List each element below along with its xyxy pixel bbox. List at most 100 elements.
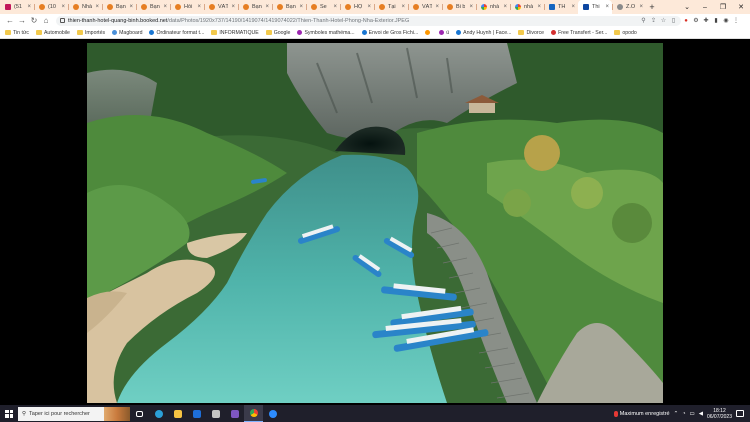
tab[interactable]: nhà × xyxy=(476,0,510,14)
close-tab-icon[interactable]: × xyxy=(27,4,31,10)
tab[interactable]: Hồi × xyxy=(170,0,204,14)
tab[interactable]: Tại × xyxy=(374,0,408,14)
close-tab-icon[interactable]: × xyxy=(571,4,575,10)
tab[interactable]: Bạn × xyxy=(238,0,272,14)
tab[interactable]: VĂT × xyxy=(408,0,442,14)
extension-red-icon[interactable]: ● xyxy=(681,16,691,26)
new-tab-button[interactable]: + xyxy=(646,0,658,14)
network-icon[interactable]: ◔ xyxy=(682,411,685,417)
close-tab-icon[interactable]: × xyxy=(503,4,507,10)
close-tab-icon[interactable]: × xyxy=(367,4,371,10)
tab[interactable]: Bạn × xyxy=(136,0,170,14)
volume-icon[interactable]: ◀ xyxy=(699,411,703,417)
close-tab-icon[interactable]: × xyxy=(231,4,235,10)
tab[interactable]: Bạn × xyxy=(272,0,306,14)
close-tab-icon[interactable]: × xyxy=(61,4,65,10)
extension-icon[interactable]: ⚙ xyxy=(691,16,701,26)
bookmark-item[interactable]: Symboles mathéma... xyxy=(297,30,355,36)
maximize-icon[interactable]: ❐ xyxy=(714,0,732,14)
bookmark-item[interactable]: Tin tức xyxy=(5,30,29,36)
mail-icon[interactable] xyxy=(187,405,206,422)
bookmark-item[interactable]: Magboard xyxy=(112,30,142,36)
notifications-icon[interactable] xyxy=(736,410,744,417)
file-explorer-icon[interactable] xyxy=(168,405,187,422)
close-tab-icon[interactable]: × xyxy=(537,4,541,10)
tab[interactable]: Se × xyxy=(306,0,340,14)
menu-icon[interactable]: ⋮ xyxy=(731,16,741,26)
tab-title: VĂT xyxy=(422,4,433,10)
start-button[interactable] xyxy=(0,405,18,422)
bookmark-label: Automobile xyxy=(43,29,70,36)
store-icon[interactable] xyxy=(206,405,225,422)
tab[interactable]: Bi b × xyxy=(442,0,476,14)
forward-icon[interactable]: → xyxy=(16,15,28,27)
tab[interactable]: Nhà × xyxy=(68,0,102,14)
address-bar[interactable]: thien-thanh-hotel-quang-binh.booked.net/… xyxy=(56,15,681,26)
close-tab-icon[interactable]: × xyxy=(163,4,167,10)
bookmark-item[interactable]: Andy Huynh | Face... xyxy=(456,30,511,36)
close-tab-icon[interactable]: × xyxy=(333,4,337,10)
share-icon[interactable]: ⇪ xyxy=(650,17,657,24)
bookmark-item[interactable]: Google xyxy=(265,30,290,36)
chevron-up-icon[interactable]: ⌃ xyxy=(674,411,679,417)
magboard-icon xyxy=(112,30,118,35)
close-tab-icon[interactable]: × xyxy=(197,4,201,10)
task-view-icon[interactable] xyxy=(130,405,149,422)
tab[interactable]: Z.O × xyxy=(612,0,646,14)
bookmark-item[interactable]: Free Transfert - Ser... xyxy=(551,30,607,36)
tab-title: Nhà xyxy=(82,4,93,10)
bookmark-item[interactable]: Divorce xyxy=(518,30,544,36)
tab[interactable]: VĂT × xyxy=(204,0,238,14)
search-highlight-image xyxy=(104,406,130,421)
chrome-icon[interactable] xyxy=(244,405,263,422)
tab[interactable]: HỌ × xyxy=(340,0,374,14)
side-panel-icon[interactable]: ▮ xyxy=(711,16,721,26)
back-icon[interactable]: ← xyxy=(4,15,16,27)
minimize-icon[interactable]: – xyxy=(696,0,714,14)
tab[interactable]: TH × xyxy=(544,0,578,14)
profile-avatar-icon[interactable]: ◉ xyxy=(721,16,731,26)
close-tab-icon[interactable]: × xyxy=(299,4,303,10)
site-icon xyxy=(175,4,181,10)
tab-search-icon[interactable]: ⌄ xyxy=(678,0,696,14)
close-tab-icon[interactable]: × xyxy=(605,4,609,10)
bookmark-item[interactable]: ü xyxy=(439,30,449,36)
close-tab-icon[interactable]: × xyxy=(401,4,405,10)
messenger-icon[interactable] xyxy=(263,405,282,422)
close-tab-icon[interactable]: × xyxy=(469,4,473,10)
sidebar-icon[interactable]: ▯ xyxy=(670,17,677,24)
clock[interactable]: 18:12 06/07/2023 xyxy=(707,408,732,420)
close-window-icon[interactable]: ✕ xyxy=(732,0,750,14)
close-tab-icon[interactable]: × xyxy=(129,4,133,10)
reload-icon[interactable]: ↻ xyxy=(28,15,40,27)
home-icon[interactable]: ⌂ xyxy=(40,15,52,27)
close-tab-icon[interactable]: × xyxy=(435,4,439,10)
tab[interactable]: nhà × xyxy=(510,0,544,14)
extensions-puzzle-icon[interactable]: ✚ xyxy=(701,16,711,26)
bookmark-item[interactable]: opodo xyxy=(614,30,637,36)
bookmark-item[interactable]: Ordinateur format t... xyxy=(149,30,204,36)
bookmark-item[interactable]: Envoi de Gros Fichi... xyxy=(361,30,418,36)
close-tab-icon[interactable]: × xyxy=(265,4,269,10)
bookmark-item[interactable]: Importés xyxy=(76,30,105,36)
url-text[interactable]: thien-thanh-hotel-quang-binh.booked.net/… xyxy=(68,18,637,24)
close-tab-icon[interactable]: × xyxy=(639,4,643,10)
bookmark-item[interactable]: Automobile xyxy=(35,29,70,36)
tab[interactable]: (10 × xyxy=(34,0,68,14)
recording-indicator[interactable]: Maximum enregistré xyxy=(613,410,670,417)
zoom-icon[interactable]: ⚲ xyxy=(640,17,647,24)
bookmark-item[interactable] xyxy=(425,30,432,35)
site-icon xyxy=(617,4,623,10)
tab[interactable]: Bạn × xyxy=(102,0,136,14)
tab[interactable]: (51 × xyxy=(0,0,34,14)
app-icon[interactable] xyxy=(225,405,244,422)
close-tab-icon[interactable]: × xyxy=(95,4,99,10)
edge-icon[interactable] xyxy=(149,405,168,422)
bookmark-star-icon[interactable]: ☆ xyxy=(660,17,667,24)
tab[interactable]: Thi × xyxy=(578,0,612,14)
lock-icon[interactable] xyxy=(60,18,65,23)
taskbar-search[interactable]: ⚲ Taper ici pour rechercher xyxy=(18,406,130,421)
bookmark-label: Tin tức xyxy=(13,29,29,36)
battery-icon[interactable]: ▭ xyxy=(690,411,695,417)
bookmark-item[interactable]: INFORMATIQUE xyxy=(211,30,259,36)
